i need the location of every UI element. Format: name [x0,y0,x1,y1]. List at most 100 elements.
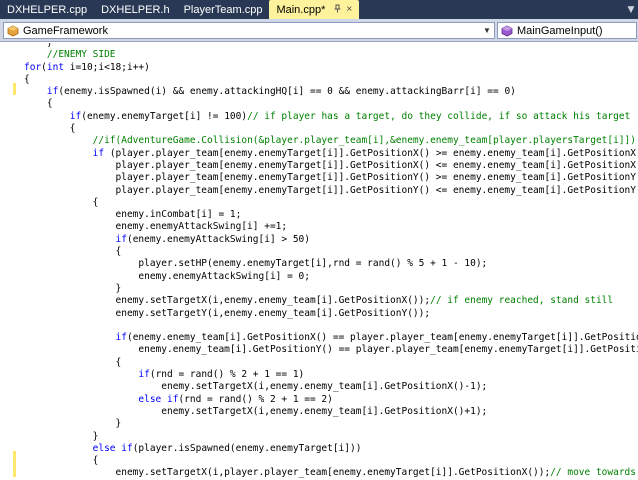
code-line[interactable]: enemy.enemy_team[i].GetPositionY() == pl… [24,344,638,356]
code-line[interactable]: if(enemy.enemyTarget[i] != 100)// if pla… [24,111,638,123]
code-segment: } [24,430,99,442]
code-keyword: int [46,61,65,73]
code-segment: (player.isSpawned(enemy.enemyTarget[i])) [132,442,362,454]
code-line[interactable]: enemy.inCombat[i] = 1; [24,209,638,221]
tab-dxhelper-cpp[interactable]: DXHELPER.cpp [0,0,94,19]
code-segment: { [24,356,122,368]
code-line[interactable]: enemy.enemyAttackSwing[i] +=1; [24,221,638,233]
tab-main-cpp[interactable]: Main.cpp* × [269,0,360,19]
code-segment: enemy.setTargetX(i,enemy.enemy_team[i].G… [24,295,431,307]
code-keyword: if [138,369,150,381]
code-segment: player.setHP(enemy.enemyTarget[i],rnd = … [24,258,488,270]
code-line[interactable]: { [24,98,638,110]
code-line[interactable]: enemy.setTargetX(i,enemy.enemy_team[i].G… [24,295,638,307]
code-line[interactable] [24,320,638,332]
code-line[interactable]: //if(AdventureGame.Collision(&player.pla… [24,135,638,147]
code-line[interactable]: player.player_team[enemy.enemyTarget[i]]… [24,185,638,197]
code-segment: (rnd = rand() % 2 + 1 == 2) [178,393,333,405]
code-text[interactable]: } //ENEMY SIDEfor(int i=10;i<18;i++){ if… [24,43,638,480]
code-line[interactable]: { [24,197,638,209]
code-line[interactable]: if(enemy.enemyAttackSwing[i] > 50) [24,234,638,246]
code-line[interactable]: } [24,418,638,430]
code-line[interactable]: enemy.setTargetY(i,enemy.enemy_team[i].G… [24,308,638,320]
code-segment: { [24,246,122,258]
scope-dropdown[interactable]: GameFramework ▼ [3,22,495,39]
code-line[interactable]: enemy.enemyAttackSwing[i] = 0; [24,271,638,283]
pin-icon[interactable] [333,4,342,16]
code-line[interactable]: if (player.player_team[enemy.enemyTarget… [24,148,638,160]
code-segment: enemy.enemyAttackSwing[i] +=1; [24,221,288,233]
code-line[interactable]: { [24,123,638,135]
code-segment: (player.player_team[enemy.enemyTarget[i]… [104,147,638,159]
code-segment: enemy.setTargetX(i,player.player_team[en… [24,467,551,479]
change-marker [13,451,16,477]
code-segment: player.player_team[enemy.enemyTarget[i]]… [24,184,638,196]
scope-dropdown-value: GameFramework [23,24,108,37]
tab-playerteam-cpp[interactable]: PlayerTeam.cpp [177,0,270,19]
code-keyword: else if [138,393,179,405]
code-keyword: if [69,110,82,122]
code-segment: } [24,418,122,430]
code-line[interactable]: enemy.setTargetX(i,enemy.enemy_team[i].G… [24,381,638,393]
code-line[interactable]: if(enemy.enemy_team[i].GetPositionX() ==… [24,332,638,344]
code-segment: i=10;i<18;i++) [64,61,150,73]
code-segment: (enemy.enemyAttackSwing[i] > 50) [126,233,310,245]
code-line[interactable]: player.player_team[enemy.enemyTarget[i]]… [24,172,638,184]
chevron-down-icon[interactable]: ▼ [480,23,494,38]
code-line[interactable]: { [24,246,638,258]
member-dropdown[interactable]: MainGameInput() [497,22,637,39]
code-line[interactable]: enemy.setTargetX(i,player.player_team[en… [24,467,638,479]
code-line[interactable]: { [24,455,638,467]
tab-overflow-dropdown-icon[interactable]: ▼ [624,0,638,19]
code-line[interactable]: } [24,283,638,295]
tab-dxhelper-h[interactable]: DXHELPER.h [94,0,176,19]
class-icon [6,24,20,38]
code-segment: { [24,196,99,208]
method-icon [500,24,514,38]
code-line[interactable]: else if(player.isSpawned(enemy.enemyTarg… [24,443,638,455]
tab-label: DXHELPER.cpp [7,3,88,16]
code-keyword: if [115,233,127,245]
code-segment: { [24,123,76,135]
document-tab-strip: DXHELPER.cpp DXHELPER.h PlayerTeam.cpp M… [0,0,638,19]
code-segment: { [24,455,99,467]
code-line[interactable]: for(int i=10;i<18;i++) [24,62,638,74]
code-segment: } [24,43,53,48]
code-line[interactable]: } [24,431,638,443]
code-keyword: else if [92,442,133,454]
code-comment: // if player has a target, do they colli… [247,110,631,122]
code-editor[interactable]: } //ENEMY SIDEfor(int i=10;i<18;i++){ if… [0,43,638,480]
code-comment: //if(AdventureGame.Collision(&player.pla… [92,135,638,147]
code-segment: (enemy.isSpawned(i) && enemy.attackingHQ… [58,86,516,98]
code-segment: { [24,98,53,110]
code-segment: player.player_team[enemy.enemyTarget[i]]… [24,172,638,184]
code-segment: enemy.setTargetY(i,enemy.enemy_team[i].G… [24,307,431,319]
code-segment: (rnd = rand() % 2 + 1 == 1) [149,369,305,381]
code-line[interactable]: { [24,74,638,86]
code-segment: player.player_team[enemy.enemyTarget[i]]… [24,159,638,171]
code-line[interactable]: //ENEMY SIDE [24,49,638,61]
code-line[interactable]: if(rnd = rand() % 2 + 1 == 1) [24,369,638,381]
code-segment: { [24,73,30,85]
code-line[interactable]: { [24,357,638,369]
code-segment: enemy.enemyAttackSwing[i] = 0; [24,270,310,282]
code-line[interactable]: enemy.setTargetX(i,enemy.enemy_team[i].G… [24,406,638,418]
code-line[interactable]: player.player_team[enemy.enemyTarget[i]]… [24,160,638,172]
member-dropdown-value: MainGameInput() [517,24,603,37]
code-segment: enemy.setTargetX(i,enemy.enemy_team[i].G… [24,381,488,393]
code-line[interactable]: player.setHP(enemy.enemyTarget[i],rnd = … [24,258,638,270]
code-line[interactable]: else if(rnd = rand() % 2 + 1 == 2) [24,394,638,406]
code-comment: // move towards enemy if [550,467,636,479]
code-line[interactable]: if(enemy.isSpawned(i) && enemy.attacking… [24,86,638,98]
close-icon[interactable]: × [346,4,352,15]
code-keyword: if [46,86,59,98]
code-comment: //ENEMY SIDE [46,49,116,61]
